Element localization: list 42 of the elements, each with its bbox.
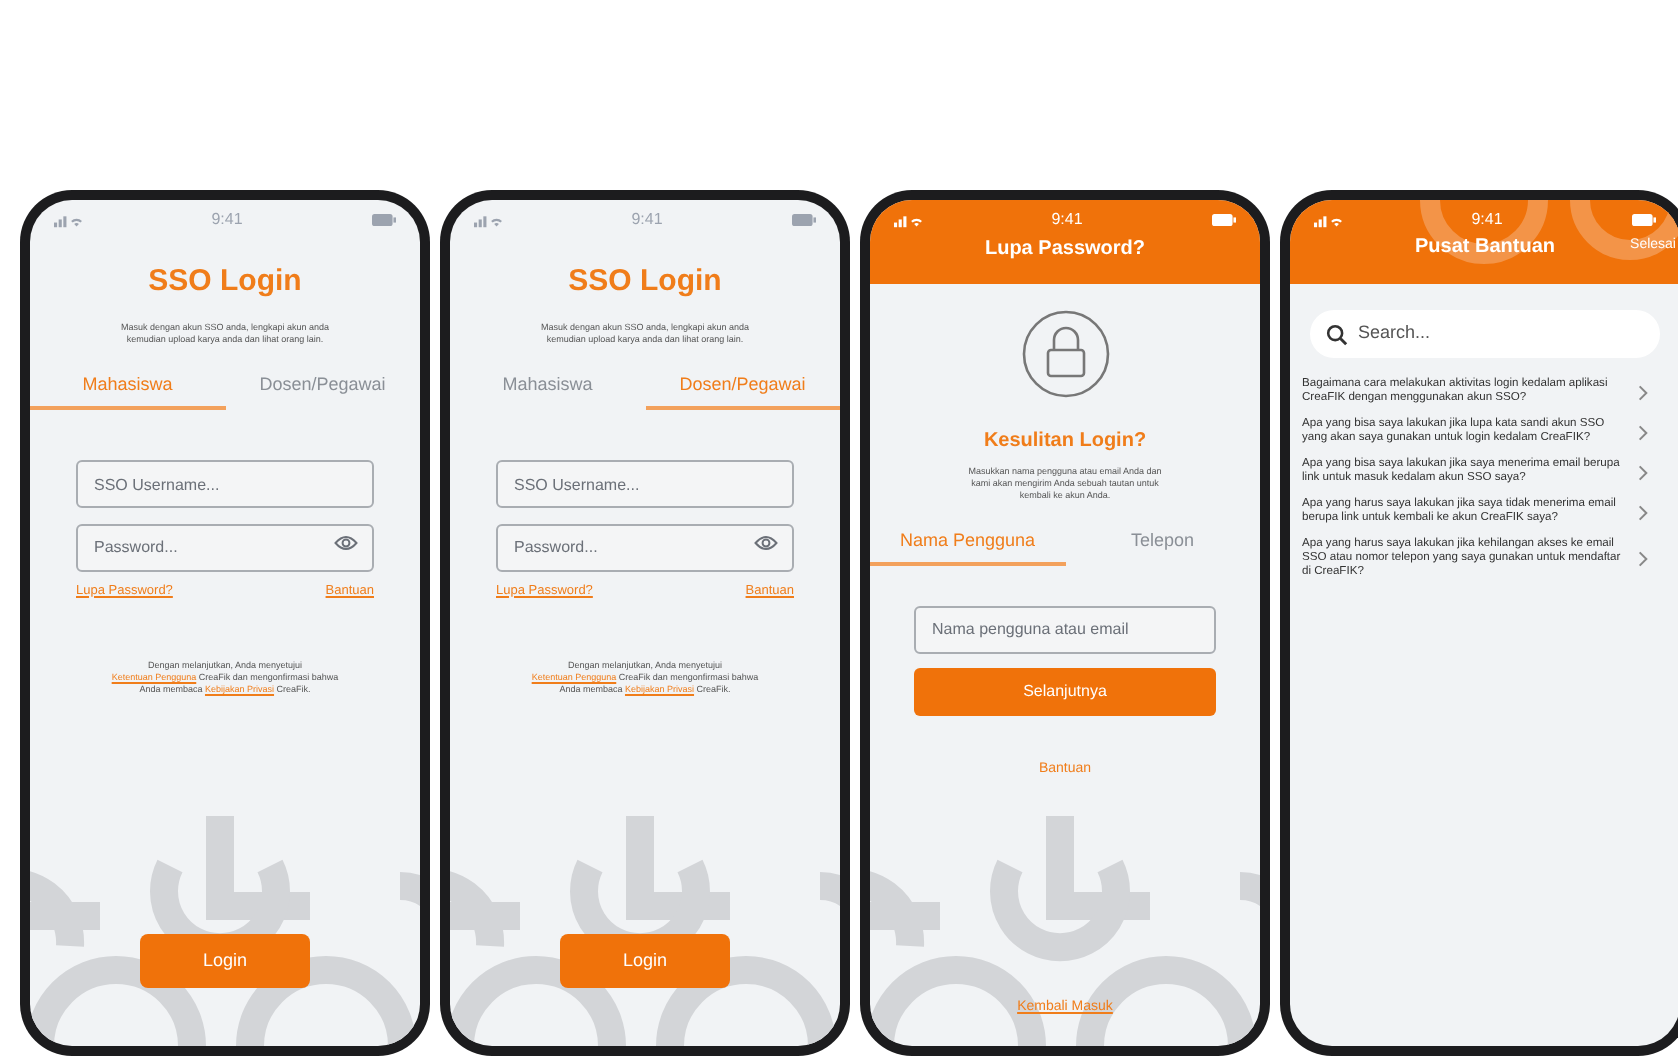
tab[interactable]: Nama Pengguna <box>870 522 1065 566</box>
tab[interactable]: Mahasiswa <box>30 365 225 409</box>
status-time: 9:41 <box>211 208 243 232</box>
status-time: 9:41 <box>1471 208 1503 232</box>
status-time: 9:41 <box>1051 208 1083 232</box>
chevron-right-icon <box>1638 550 1648 568</box>
tab[interactable]: Mahasiswa <box>450 365 645 409</box>
chevron-right-icon <box>1638 463 1648 481</box>
chevron-right-icon <box>1638 383 1648 401</box>
username-field[interactable]: SSO Username... <box>76 460 374 508</box>
screen-title: SSO Login <box>566 262 724 302</box>
tab[interactable]: Dosen/Pegawai <box>645 365 840 409</box>
password-field[interactable]: Password... <box>496 523 794 571</box>
eye-icon <box>334 534 358 552</box>
battery-icon <box>791 214 816 226</box>
signal-wifi-icon <box>1314 213 1342 227</box>
signal-wifi-icon <box>54 213 82 227</box>
eye-icon <box>754 534 778 552</box>
heading-text: Kesulitan Login? <box>981 428 1149 456</box>
search-input[interactable]: Search... <box>1358 320 1644 348</box>
login-button[interactable]: Login <box>140 934 310 988</box>
header-title: Pusat Bantuan <box>1414 234 1555 262</box>
tab[interactable]: Telepon <box>1065 522 1260 566</box>
lock-icon <box>1021 310 1109 398</box>
battery-icon <box>1211 214 1236 226</box>
header-title: Lupa Password? <box>982 236 1147 264</box>
chevron-right-icon <box>1638 503 1648 521</box>
chevron-right-icon <box>1638 423 1648 441</box>
status-time: 9:41 <box>631 208 663 232</box>
search-field[interactable]: Search... <box>1310 310 1660 358</box>
search-icon <box>1326 323 1348 345</box>
next-button[interactable]: Selanjutnya <box>914 667 1216 715</box>
password-field[interactable]: Password... <box>76 523 374 571</box>
battery-icon <box>1631 214 1656 226</box>
username-field[interactable]: SSO Username... <box>496 460 794 508</box>
signal-wifi-icon <box>474 213 502 227</box>
tab[interactable]: Dosen/Pegawai <box>225 365 420 409</box>
screen-title: SSO Login <box>146 262 304 302</box>
login-button[interactable]: Login <box>560 934 730 988</box>
username-email-field[interactable]: Nama pengguna atau email <box>914 605 1216 653</box>
battery-icon <box>371 214 396 226</box>
signal-wifi-icon <box>894 213 922 227</box>
